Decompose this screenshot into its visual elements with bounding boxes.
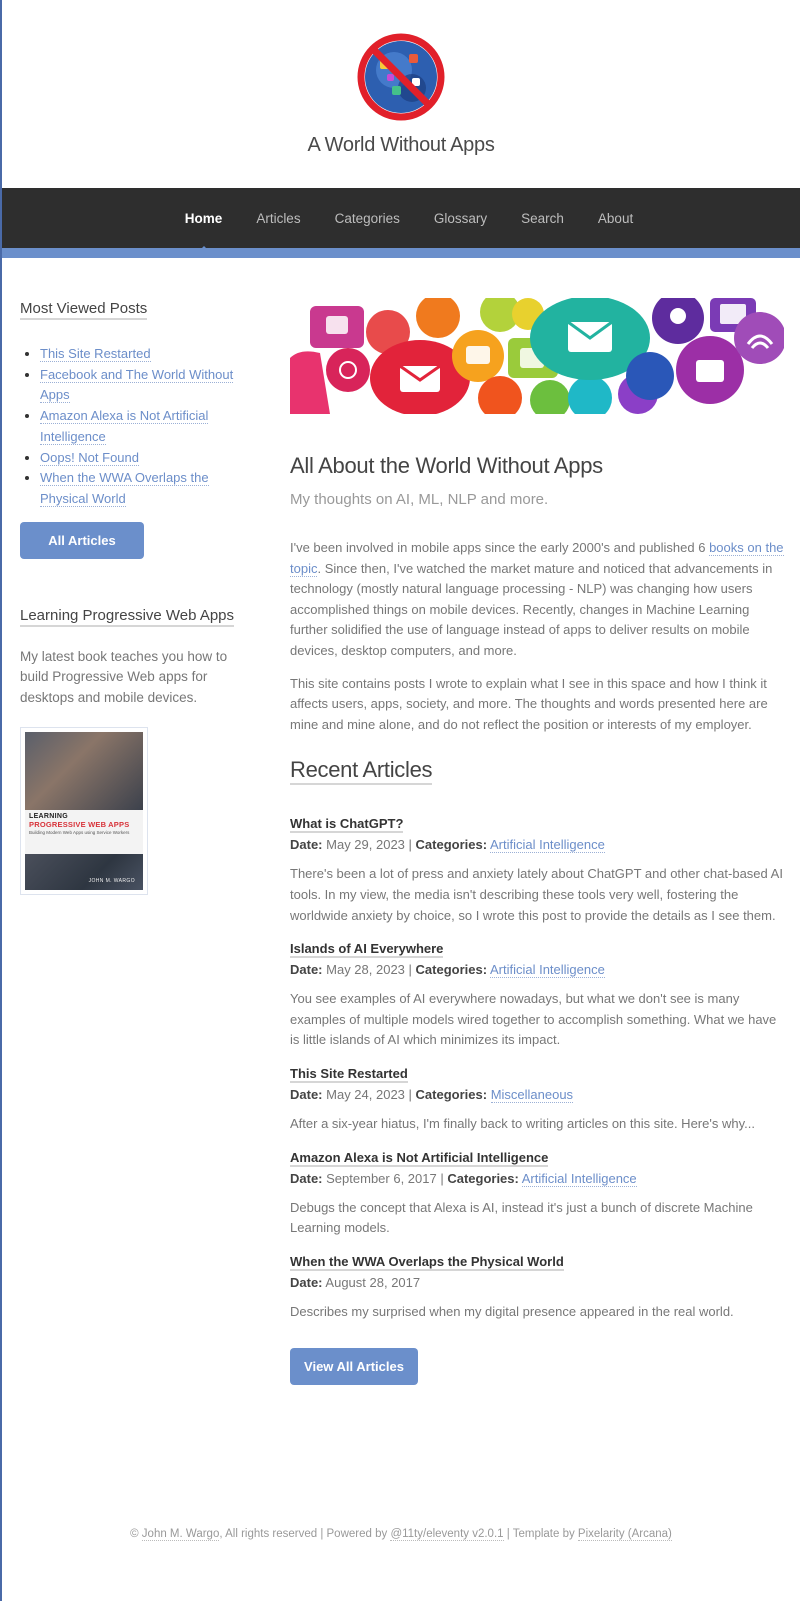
footer-text: | Template by [503, 1528, 578, 1540]
page-title: All About the World Without Apps [290, 453, 603, 478]
template-link[interactable]: Pixelarity (Arcana) [577, 1528, 672, 1541]
article-title-link[interactable]: When the WWA Overlaps the Physical World [290, 1254, 564, 1271]
footer-copyright: © [130, 1528, 142, 1540]
nav-item-about[interactable]: About [598, 211, 633, 226]
book-cover-title-block: LEARNING PROGRESSIVE WEB APPS Building M… [25, 810, 143, 855]
book-cover-line2: PROGRESSIVE WEB APPS [29, 820, 130, 830]
most-viewed-heading: Most Viewed Posts [20, 300, 148, 320]
intro-text: . Since then, I've watched the market ma… [290, 560, 773, 658]
most-viewed-link[interactable]: This Site Restarted [40, 346, 151, 362]
category-link[interactable]: Artificial Intelligence [489, 837, 605, 854]
article-title-link[interactable]: Amazon Alexa is Not Artificial Intellige… [290, 1150, 549, 1167]
nav-item-home[interactable]: Home [185, 211, 222, 252]
site-header: A World Without Apps [2, 0, 800, 188]
view-all-articles-button[interactable]: View All Articles [290, 1348, 418, 1386]
book-cover-author: JOHN M. WARGO [88, 878, 135, 885]
article-meta: Date: May 28, 2023 | Categories: Artific… [290, 962, 605, 979]
list-item: Facebook and The World Without Apps [40, 365, 248, 406]
categories-label: Categories: [415, 837, 488, 853]
book-cover-line1: LEARNING [29, 813, 68, 821]
category-link[interactable]: Artificial Intelligence [521, 1170, 637, 1187]
category-link[interactable]: Artificial Intelligence [489, 962, 605, 979]
page-subtitle: My thoughts on AI, ML, NLP and more. [290, 491, 549, 508]
article-item: Islands of AI Everywhere Date: May 28, 2… [290, 940, 784, 1051]
article-item: When the WWA Overlaps the Physical World… [290, 1253, 784, 1323]
main-nav: Home Articles Categories Glossary Search… [2, 188, 800, 252]
article-title-link[interactable]: Islands of AI Everywhere [290, 941, 444, 959]
article-item: This Site Restarted Date: May 24, 2023 |… [290, 1065, 784, 1135]
most-viewed-link[interactable]: Amazon Alexa is Not Artificial Intellige… [40, 408, 209, 445]
article-date: May 28, 2023 [326, 962, 405, 978]
intro-text: I've been involved in mobile apps since … [290, 540, 710, 555]
no-apps-logo-icon[interactable] [354, 30, 448, 124]
book-cover: LEARNING PROGRESSIVE WEB APPS Building M… [25, 732, 143, 891]
intro-paragraph: This site contains posts I wrote to expl… [290, 675, 768, 732]
article-meta: Date: September 6, 2017 | Categories: Ar… [290, 1170, 637, 1187]
article-date: May 24, 2023 [326, 1086, 405, 1102]
nav-item-glossary[interactable]: Glossary [434, 211, 487, 226]
site-title[interactable]: A World Without Apps [2, 134, 800, 157]
article-summary: After a six-year hiatus, I'm finally bac… [290, 1115, 755, 1131]
book-cover-image[interactable]: LEARNING PROGRESSIVE WEB APPS Building M… [20, 727, 148, 896]
book-description: My latest book teaches you how to build … [20, 648, 228, 706]
article-summary: Describes my surprised when my digital p… [290, 1303, 734, 1319]
intro-paragraph: I've been involved in mobile apps since … [290, 538, 784, 662]
nav-item-search[interactable]: Search [521, 211, 564, 226]
article-item: Amazon Alexa is Not Artificial Intellige… [290, 1149, 784, 1239]
article-summary: You see examples of AI everywhere nowada… [290, 991, 777, 1048]
article-date: May 29, 2023 [326, 837, 405, 853]
footer-text: , All rights reserved | Powered by [219, 1528, 391, 1540]
recent-articles-heading: Recent Articles [290, 757, 433, 786]
nav-item-categories[interactable]: Categories [335, 211, 400, 226]
most-viewed-link[interactable]: Oops! Not Found [40, 449, 139, 466]
site-footer: © John M. Wargo, All rights reserved | P… [2, 1528, 800, 1541]
list-item: Oops! Not Found [40, 448, 248, 469]
article-summary: Debugs the concept that Alexa is AI, ins… [290, 1199, 753, 1236]
article-date: August 28, 2017 [325, 1274, 421, 1290]
list-item: Amazon Alexa is Not Artificial Intellige… [40, 406, 248, 447]
date-label: Date: [290, 1170, 323, 1186]
article-title-link[interactable]: What is ChatGPT? [290, 816, 404, 834]
article-meta: Date: May 29, 2023 | Categories: Artific… [290, 837, 605, 854]
categories-label: Categories: [447, 1170, 519, 1186]
categories-label: Categories: [415, 962, 488, 978]
article-title-link[interactable]: This Site Restarted [290, 1066, 408, 1083]
nav-item-articles[interactable]: Articles [256, 211, 300, 226]
article-meta: Date: May 24, 2023 | Categories: Miscell… [290, 1086, 574, 1103]
most-viewed-link[interactable]: When the WWA Overlaps the Physical World [40, 470, 209, 507]
article-item: What is ChatGPT? Date: May 29, 2023 | Ca… [290, 815, 784, 926]
all-articles-button[interactable]: All Articles [20, 521, 144, 559]
book-cover-line3: Building Modern Web Apps using Service W… [29, 830, 130, 836]
nav-accent-stripe [2, 248, 800, 258]
article-meta: Date: August 28, 2017 [290, 1275, 784, 1290]
categories-label: Categories: [415, 1086, 488, 1102]
view-all-wrapper: View All Articles [290, 1348, 784, 1386]
date-label: Date: [290, 962, 323, 978]
main-content: All About the World Without Apps My thou… [290, 292, 786, 1386]
list-item: When the WWA Overlaps the Physical World [40, 468, 248, 509]
most-viewed-list: This Site Restarted Facebook and The Wor… [40, 344, 248, 510]
article-summary: There's been a lot of press and anxiety … [290, 866, 783, 923]
author-link[interactable]: John M. Wargo [141, 1528, 220, 1541]
book-cover-bottom: JOHN M. WARGO [25, 854, 143, 891]
book-cover-photo [25, 732, 143, 811]
eleventy-link[interactable]: @11ty/eleventy v2.0.1 [390, 1528, 504, 1541]
app-icons-banner-image [290, 292, 786, 420]
category-link[interactable]: Miscellaneous [490, 1086, 574, 1103]
date-label: Date: [290, 1086, 323, 1102]
date-label: Date: [290, 1274, 323, 1290]
article-date: September 6, 2017 [326, 1170, 437, 1186]
list-item: This Site Restarted [40, 344, 248, 365]
sidebar: Most Viewed Posts This Site Restarted Fa… [20, 300, 248, 896]
most-viewed-link[interactable]: Facebook and The World Without Apps [40, 366, 234, 404]
book-heading: Learning Progressive Web Apps [20, 607, 235, 627]
date-label: Date: [290, 837, 323, 853]
